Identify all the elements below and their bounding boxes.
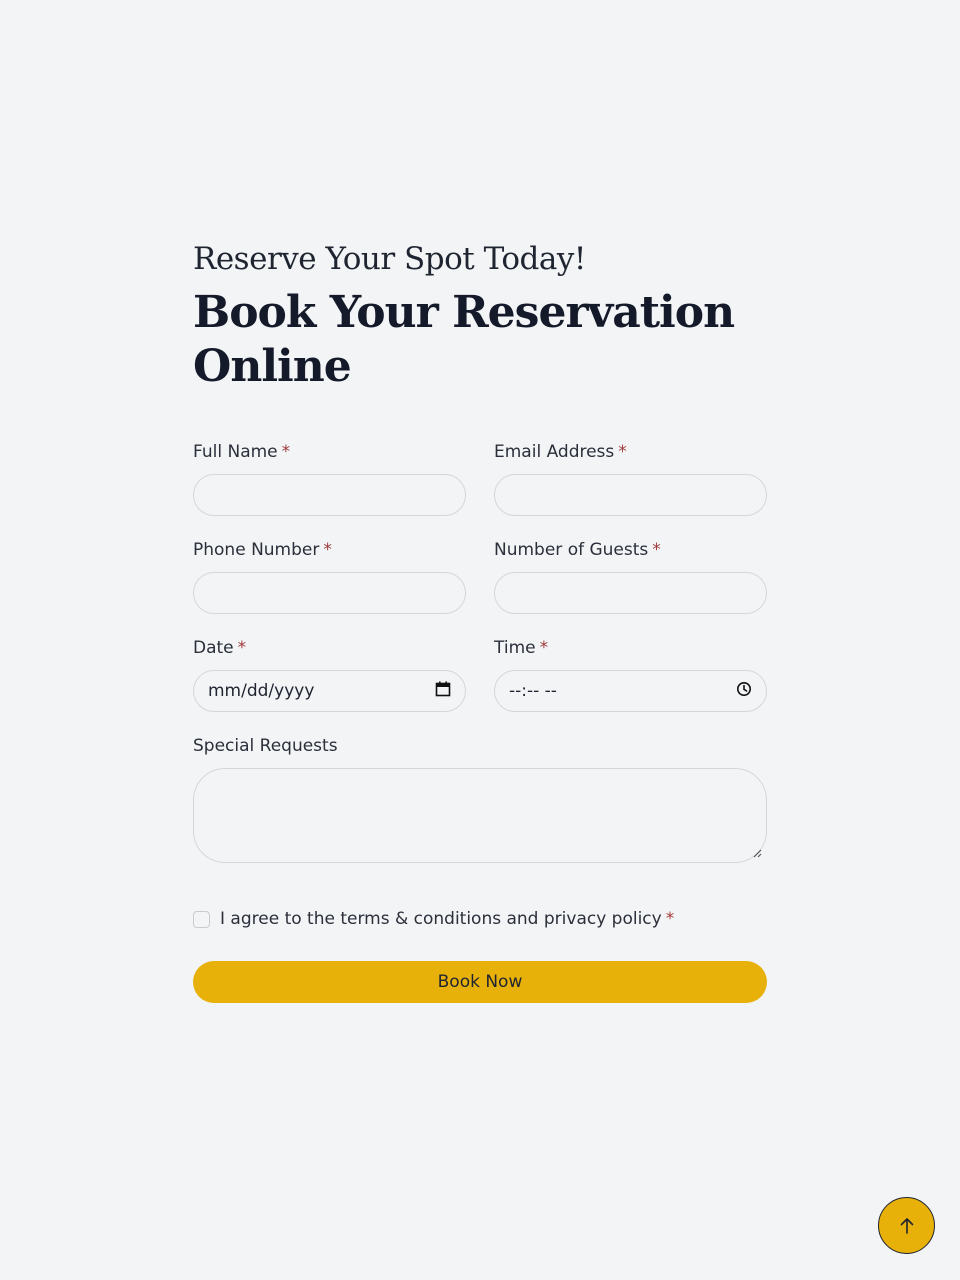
- email-field: Email Address *: [494, 440, 767, 516]
- scroll-to-top-button[interactable]: [878, 1197, 935, 1254]
- full-name-input[interactable]: [193, 474, 466, 516]
- phone-label: Phone Number *: [193, 538, 466, 562]
- required-mark: *: [618, 442, 627, 462]
- phone-field: Phone Number *: [193, 538, 466, 614]
- date-input[interactable]: mm/dd/yyyy: [193, 670, 466, 712]
- required-mark: *: [539, 638, 549, 658]
- resize-handle-icon[interactable]: [752, 848, 762, 858]
- full-name-label: Full Name *: [193, 440, 466, 464]
- guests-field: Number of Guests *: [494, 538, 767, 614]
- special-requests-field: Special Requests: [193, 734, 767, 863]
- reservation-form: Reserve Your Spot Today! Book Your Reser…: [193, 236, 767, 1003]
- page: Reserve Your Spot Today! Book Your Reser…: [0, 0, 960, 1280]
- special-requests-label: Special Requests: [193, 736, 338, 756]
- time-input[interactable]: --:-- --: [494, 670, 767, 712]
- special-requests-textarea[interactable]: [193, 768, 767, 863]
- required-mark: *: [323, 540, 332, 560]
- book-now-button[interactable]: Book Now: [193, 961, 767, 1003]
- required-mark: *: [665, 909, 675, 929]
- date-field: Date * mm/dd/yyyy: [193, 636, 466, 712]
- date-label: Date *: [193, 636, 466, 660]
- email-label: Email Address *: [494, 440, 767, 464]
- time-label: Time *: [494, 636, 767, 660]
- form-title: Book Your Reservation Online: [193, 287, 735, 392]
- required-mark: *: [281, 442, 291, 462]
- phone-input[interactable]: [193, 572, 466, 614]
- terms-label[interactable]: I agree to the terms & conditions and pr…: [220, 909, 662, 929]
- date-label-text: Date: [193, 638, 234, 658]
- terms-agreement: I agree to the terms & conditions and pr…: [193, 909, 767, 929]
- email-label-text: Email Address: [494, 442, 615, 462]
- time-label-text: Time: [494, 638, 536, 658]
- date-placeholder: mm/dd/yyyy: [208, 681, 315, 701]
- form-grid: Full Name * Email Address * Phone Number * …: [193, 440, 767, 712]
- full-name-label-text: Full Name: [193, 442, 278, 462]
- required-mark: *: [237, 638, 247, 658]
- calendar-icon[interactable]: [435, 681, 451, 702]
- terms-checkbox[interactable]: [193, 910, 210, 928]
- guests-label-text: Number of Guests: [494, 540, 649, 560]
- guests-input[interactable]: [494, 572, 767, 614]
- time-placeholder: --:-- --: [509, 681, 557, 701]
- full-name-field: Full Name *: [193, 440, 466, 516]
- form-eyebrow: Reserve Your Spot Today!: [193, 241, 586, 277]
- guests-label: Number of Guests *: [494, 538, 767, 562]
- email-input[interactable]: [494, 474, 767, 516]
- required-mark: *: [652, 540, 661, 560]
- phone-label-text: Phone Number: [193, 540, 320, 560]
- arrow-up-icon: [900, 1217, 913, 1234]
- clock-icon[interactable]: [736, 681, 752, 702]
- time-field: Time * --:-- --: [494, 636, 767, 712]
